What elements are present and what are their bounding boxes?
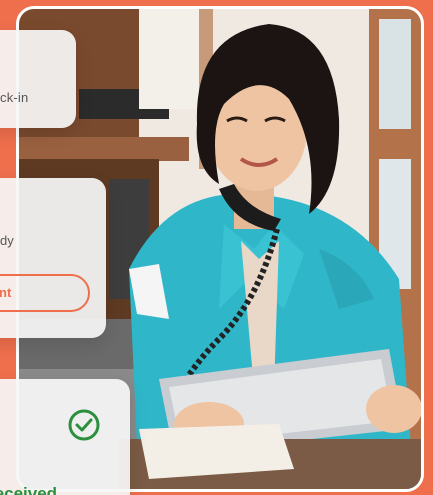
ready-card: dy nt xyxy=(0,178,106,338)
checkin-card-text: ck-in xyxy=(0,90,29,105)
ready-card-text: dy xyxy=(0,233,14,248)
received-card-text: t Received xyxy=(0,484,58,495)
promo-stage: ck-in dy nt t Received xyxy=(0,0,433,495)
checkin-card: ck-in xyxy=(0,30,76,128)
ready-card-button[interactable]: nt xyxy=(0,274,90,312)
check-circle-icon xyxy=(68,409,100,441)
received-card: t Received xyxy=(0,379,130,495)
